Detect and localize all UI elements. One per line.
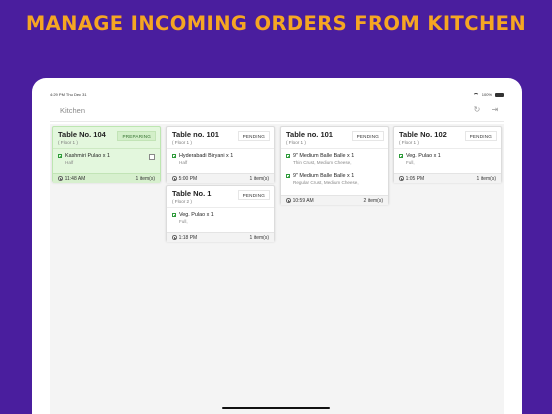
veg-icon — [286, 174, 290, 178]
item-count: 1 item(s) — [249, 175, 269, 182]
item-count: 1 item(s) — [135, 175, 155, 182]
order-time: 1:05 PM — [399, 176, 424, 182]
item-name-row: Hyderabadi Biryani x 1 — [172, 153, 269, 159]
order-footer: 1:18 PM 1 item(s) — [167, 232, 274, 242]
list-item: Kashmiri Pulao x 1 Half — [58, 153, 155, 165]
veg-icon — [58, 154, 62, 158]
item-note: Thin Crust, Medium Cheese, — [293, 160, 352, 165]
item-count: 1 item(s) — [476, 175, 496, 182]
item-note: Half — [65, 160, 74, 165]
order-footer: 1:05 PM 1 item(s) — [394, 173, 501, 183]
order-header: Table No. 1 ( Floor 2 ) PENDING — [167, 186, 274, 207]
order-footer: 5:00 PM 1 item(s) — [167, 173, 274, 183]
item-note: Half — [179, 160, 188, 165]
order-time: 5:00 PM — [172, 176, 197, 182]
item-name-row: 9" Medium Balle Balle x 1 — [286, 153, 383, 159]
list-item: 9" Medium Balle Balle x 1 Regular Crust,… — [286, 173, 383, 185]
item-name: Veg. Pulao x 1 — [179, 212, 214, 218]
item-note: Full, — [179, 219, 188, 224]
app-bar-actions: ↻ ⇥ — [472, 105, 500, 115]
status-badge[interactable]: PENDING — [237, 190, 270, 200]
orders-board: Table No. 104 ( Floor 1 ) PREPARING Kash… — [50, 124, 504, 414]
order-items: Veg. Pulao x 1 Full, — [167, 207, 274, 232]
wifi-icon — [472, 92, 479, 97]
veg-icon — [399, 154, 403, 158]
item-name-row: Kashmiri Pulao x 1 — [58, 153, 155, 159]
order-time: 1:18 PM — [172, 235, 197, 241]
order-time-text: 10:59 AM — [292, 197, 314, 204]
order-card[interactable]: Table No. 1 ( Floor 2 ) PENDING Veg. Pul… — [166, 185, 275, 242]
status-right: 100% — [472, 92, 504, 97]
status-badge[interactable]: PREPARING — [117, 131, 156, 141]
item-name: Veg. Pulao x 1 — [406, 153, 441, 159]
order-time: 10:59 AM — [286, 198, 314, 204]
item-name-row: Veg. Pulao x 1 — [399, 153, 496, 159]
list-item: Veg. Pulao x 1 Full, — [399, 153, 496, 165]
status-badge[interactable]: PENDING — [237, 131, 270, 141]
order-card[interactable]: Table no. 101 ( Floor 1 ) PENDING 9" Med… — [280, 126, 389, 205]
order-header: Table No. 102 ( Floor 1 ) PENDING — [394, 127, 501, 148]
list-item: Hyderabadi Biryani x 1 Half — [172, 153, 269, 165]
logout-icon[interactable]: ⇥ — [490, 105, 500, 115]
list-item: 9" Medium Balle Balle x 1 Thin Crust, Me… — [286, 153, 383, 165]
item-count: 2 item(s) — [363, 197, 383, 204]
veg-icon — [172, 154, 176, 158]
order-card[interactable]: Table No. 102 ( Floor 1 ) PENDING Veg. P… — [393, 126, 502, 183]
item-count: 1 item(s) — [249, 234, 269, 241]
item-name: 9" Medium Balle Balle x 1 — [293, 173, 355, 179]
item-note: Regular Crust, Medium Cheese, — [293, 180, 359, 185]
item-name-row: 9" Medium Balle Balle x 1 — [286, 173, 383, 179]
clock-icon — [172, 235, 177, 240]
order-items: Hyderabadi Biryani x 1 Half — [167, 148, 274, 173]
order-header: Table No. 104 ( Floor 1 ) PREPARING — [53, 127, 160, 148]
clock-icon — [286, 198, 291, 203]
item-name: 9" Medium Balle Balle x 1 — [293, 153, 355, 159]
item-name-row: Veg. Pulao x 1 — [172, 212, 269, 218]
order-time-text: 1:18 PM — [178, 234, 198, 241]
order-footer: 11:48 AM 1 item(s) — [53, 173, 160, 183]
veg-icon — [286, 154, 290, 158]
order-header: Table no. 101 ( Floor 1 ) PENDING — [281, 127, 388, 148]
status-bar: 4:29 PM Thu Dec 31 100% — [50, 92, 504, 98]
item-checkbox[interactable] — [149, 154, 155, 160]
status-badge[interactable]: PENDING — [351, 131, 384, 141]
clock-icon — [58, 176, 63, 181]
clock-icon — [399, 176, 404, 181]
item-name: Hyderabadi Biryani x 1 — [179, 153, 234, 159]
page-title: Kitchen — [60, 106, 86, 115]
status-time: 4:29 PM Thu Dec 31 — [50, 92, 87, 97]
tablet-screen: 4:29 PM Thu Dec 31 100% Kitchen ↻ ⇥ Tabl… — [32, 78, 522, 414]
order-time-text: 11:48 AM — [64, 175, 86, 182]
order-items: Kashmiri Pulao x 1 Half — [53, 148, 160, 173]
home-indicator — [222, 407, 330, 409]
order-items: 9" Medium Balle Balle x 1 Thin Crust, Me… — [281, 148, 388, 195]
battery-icon — [495, 92, 504, 97]
refresh-icon[interactable]: ↻ — [472, 105, 482, 115]
app-bar: Kitchen ↻ ⇥ — [50, 100, 504, 122]
order-footer: 10:59 AM 2 item(s) — [281, 195, 388, 205]
item-name: Kashmiri Pulao x 1 — [65, 153, 110, 159]
order-time: 11:48 AM — [58, 176, 85, 182]
battery-percent: 100% — [481, 92, 492, 97]
headline: MANAGE INCOMING ORDERS FROM KITCHEN — [25, 12, 527, 35]
item-note: Full, — [406, 160, 415, 165]
veg-icon — [172, 213, 176, 217]
order-time-text: 1:05 PM — [405, 175, 425, 182]
order-time-text: 5:00 PM — [178, 175, 198, 182]
order-card[interactable]: Table no. 101 ( Floor 1 ) PENDING Hydera… — [166, 126, 275, 183]
list-item: Veg. Pulao x 1 Full, — [172, 212, 269, 224]
status-badge[interactable]: PENDING — [464, 131, 497, 141]
order-card[interactable]: Table No. 104 ( Floor 1 ) PREPARING Kash… — [52, 126, 161, 183]
clock-icon — [172, 176, 177, 181]
order-items: Veg. Pulao x 1 Full, — [394, 148, 501, 173]
order-header: Table no. 101 ( Floor 1 ) PENDING — [167, 127, 274, 148]
